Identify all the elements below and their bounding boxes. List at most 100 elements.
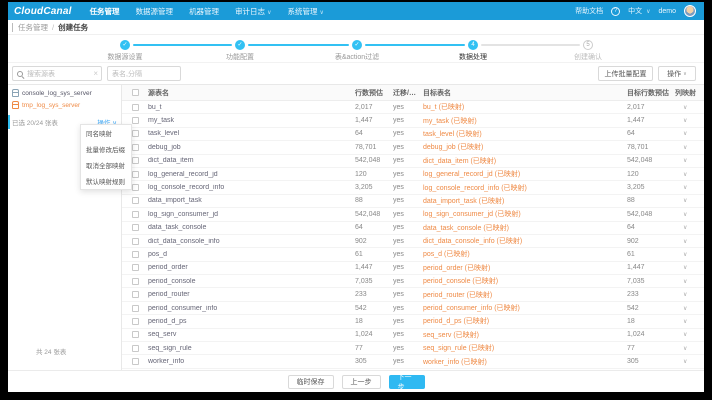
row-expand-icon[interactable]: ∨ — [675, 238, 704, 245]
row-checkbox[interactable] — [132, 358, 139, 365]
filter-input[interactable]: 表名,分隔 — [107, 66, 181, 81]
row-expand-icon[interactable]: ∨ — [675, 157, 704, 164]
prev-step-button[interactable]: 上一步 — [342, 375, 381, 389]
step-5-label: 创建确认 — [574, 52, 602, 62]
row-checkbox[interactable] — [132, 117, 139, 124]
row-expand-icon[interactable]: ∨ — [675, 305, 704, 312]
row-expand-icon[interactable]: ∨ — [675, 345, 704, 352]
source-rows-estimate: 305 — [355, 358, 393, 365]
breadcrumb-divider — [12, 23, 13, 32]
source-rows-estimate: 120 — [355, 171, 393, 178]
target-db-item[interactable]: tmp_log_sys_server — [12, 101, 121, 109]
step-3-label: 表&action过滤 — [335, 52, 379, 62]
table-row[interactable]: my_task1,447yesmy_task (已映射)1,447∨ — [122, 114, 704, 127]
save-draft-button[interactable]: 临时保存 — [288, 375, 334, 389]
row-expand-icon[interactable]: ∨ — [675, 291, 704, 298]
table-row[interactable]: data_import_task88yesdata_import_task (已… — [122, 195, 704, 208]
avatar[interactable] — [684, 5, 696, 17]
table-row[interactable]: dict_data_console_info902yesdict_data_co… — [122, 235, 704, 248]
select-all-checkbox[interactable] — [132, 89, 139, 96]
row-expand-icon[interactable]: ∨ — [675, 197, 704, 204]
row-checkbox[interactable] — [132, 144, 139, 151]
row-expand-icon[interactable]: ∨ — [675, 278, 704, 285]
row-checkbox[interactable] — [132, 211, 139, 218]
table-row[interactable]: worker_info305yesworker_info (已映射)305∨ — [122, 355, 704, 368]
row-expand-icon[interactable]: ∨ — [675, 224, 704, 231]
row-expand-icon[interactable]: ∨ — [675, 251, 704, 258]
source-rows-estimate: 3,205 — [355, 184, 393, 191]
db-menu-item-3[interactable]: 取消全部映射 — [81, 157, 131, 173]
table-row[interactable]: period_order1,447yesperiod_order (已映射)1,… — [122, 262, 704, 275]
db-menu-item-4[interactable]: 默认映射规则 — [81, 173, 131, 189]
source-table-name: log_console_record_info — [148, 184, 355, 191]
row-checkbox[interactable] — [132, 331, 139, 338]
row-expand-icon[interactable]: ∨ — [675, 144, 704, 151]
help-icon[interactable]: ? — [611, 7, 620, 16]
table-row[interactable]: log_console_record_info3,205yeslog_conso… — [122, 181, 704, 194]
table-row[interactable]: log_sign_consumer_jd542,048yeslog_sign_c… — [122, 208, 704, 221]
row-expand-icon[interactable]: ∨ — [675, 331, 704, 338]
row-expand-icon[interactable]: ∨ — [675, 130, 704, 137]
nav-item-数据源管理[interactable]: 数据源管理 — [136, 6, 174, 17]
table-row[interactable]: period_router233yesperiod_router (已映射)23… — [122, 288, 704, 301]
row-expand-icon[interactable]: ∨ — [675, 318, 704, 325]
row-checkbox[interactable] — [132, 224, 139, 231]
source-rows-estimate: 542,048 — [355, 211, 393, 218]
table-row[interactable]: period_console7,035yesperiod_console (已映… — [122, 275, 704, 288]
row-checkbox[interactable] — [132, 291, 139, 298]
table-row[interactable]: period_consumer_info542yesperiod_consume… — [122, 302, 704, 315]
row-expand-icon[interactable]: ∨ — [675, 264, 704, 271]
row-checkbox[interactable] — [132, 264, 139, 271]
table-row[interactable]: task_level64yestask_level (已映射)64∨ — [122, 128, 704, 141]
row-expand-icon[interactable]: ∨ — [675, 117, 704, 124]
table-row[interactable]: seq_serv1,024yesseq_serv (已映射)1,024∨ — [122, 329, 704, 342]
source-db-item[interactable]: console_log_sys_server — [12, 89, 121, 97]
table-row[interactable]: debug_job78,701yesdebug_job (已映射)78,701∨ — [122, 141, 704, 154]
row-expand-icon[interactable]: ∨ — [675, 358, 704, 365]
table-row[interactable]: dict_data_item542,048yesdict_data_item (… — [122, 155, 704, 168]
username-label: demo — [658, 8, 676, 15]
clear-icon[interactable]: × — [93, 69, 98, 78]
table-row[interactable]: log_general_record_jd120yeslog_general_r… — [122, 168, 704, 181]
nav-item-机器管理[interactable]: 机器管理 — [189, 6, 219, 17]
db-menu-item-2[interactable]: 批量修改后缀 — [81, 141, 131, 157]
step-line-3 — [365, 44, 465, 46]
row-checkbox[interactable] — [132, 318, 139, 325]
row-checkbox[interactable] — [132, 184, 139, 191]
table-row[interactable]: period_d_ps18yesperiod_d_ps (已映射)18∨ — [122, 315, 704, 328]
row-checkbox[interactable] — [132, 345, 139, 352]
row-checkbox[interactable] — [132, 130, 139, 137]
search-input[interactable]: 搜索源表 × — [12, 66, 102, 81]
row-expand-icon[interactable]: ∨ — [675, 211, 704, 218]
row-checkbox[interactable] — [132, 157, 139, 164]
sidebar-table-count: 共 24 张表 — [36, 346, 66, 356]
breadcrumb-parent[interactable]: 任务管理 — [18, 22, 48, 33]
db-menu-item-1[interactable]: 同名映射 — [81, 125, 131, 141]
row-checkbox[interactable] — [132, 278, 139, 285]
row-checkbox[interactable] — [132, 251, 139, 258]
target-table-name: seq_serv (已映射) — [423, 330, 627, 340]
row-expand-icon[interactable]: ∨ — [675, 184, 704, 191]
more-actions-button[interactable]: 操作 ∨ — [658, 66, 696, 81]
upload-batch-button[interactable]: 上传批量配置 — [598, 66, 653, 81]
table-row[interactable]: data_task_console64yesdata_task_console … — [122, 222, 704, 235]
sync-flag: yes — [393, 358, 423, 365]
nav-item-系统管理[interactable]: 系统管理∨ — [287, 6, 323, 17]
language-selector[interactable]: 中文 ∨ — [628, 6, 650, 16]
sync-flag: yes — [393, 157, 423, 164]
row-expand-icon[interactable]: ∨ — [675, 104, 704, 111]
nav-item-任务管理[interactable]: 任务管理 — [90, 6, 120, 17]
row-checkbox[interactable] — [132, 104, 139, 111]
next-step-button[interactable]: 下一步 — [389, 375, 425, 389]
nav-item-审计日志[interactable]: 审计日志∨ — [235, 6, 271, 17]
row-checkbox[interactable] — [132, 197, 139, 204]
row-checkbox[interactable] — [132, 238, 139, 245]
table-row[interactable]: pos_d61yespos_d (已映射)61∨ — [122, 248, 704, 261]
row-expand-icon[interactable]: ∨ — [675, 171, 704, 178]
table-row[interactable]: bu_t2,017yesbu_t (已映射)2,017∨ — [122, 101, 704, 114]
row-checkbox[interactable] — [132, 305, 139, 312]
col-source-table[interactable]: 源表名 — [148, 88, 355, 98]
table-row[interactable]: seq_sign_rule77yesseq_sign_rule (已映射)77∨ — [122, 342, 704, 355]
docs-link[interactable]: 帮助文档 — [575, 6, 603, 16]
row-checkbox[interactable] — [132, 171, 139, 178]
